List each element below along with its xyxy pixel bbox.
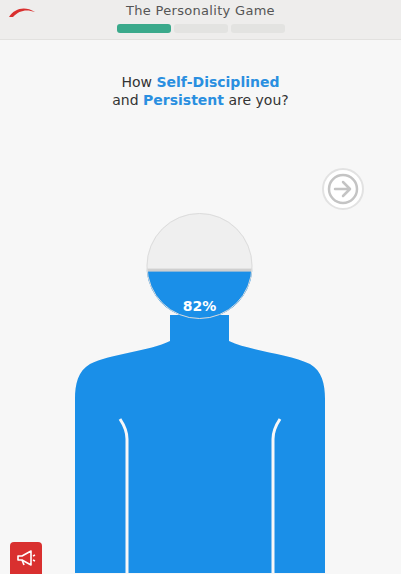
arm-gap: [273, 419, 280, 573]
arrow-right-icon: [321, 167, 365, 211]
fill-line: [0, 269, 401, 272]
question-text: How Self-Disciplinedand Persistent are y…: [112, 40, 288, 109]
progress-segment: [174, 24, 228, 33]
question-line: and Persistent are you?: [112, 91, 288, 109]
arm-gap: [120, 419, 127, 573]
feedback-button[interactable]: [10, 542, 42, 574]
progress-bar: [117, 24, 285, 33]
meter-fill: [0, 271, 401, 573]
title-bar: The Personality Game: [0, 0, 401, 40]
question-segment: How: [121, 74, 156, 90]
question-segment: Self-Disciplined: [156, 74, 279, 90]
question-line: How Self-Disciplined: [112, 73, 288, 91]
question-segment: Persistent: [143, 92, 224, 108]
question-segment: and: [112, 92, 143, 108]
empty-area: [0, 109, 401, 573]
window-title: The Personality Game: [126, 2, 275, 20]
megaphone-icon: [16, 549, 36, 567]
next-button[interactable]: [321, 167, 365, 211]
meter-reading: 82%: [183, 298, 217, 314]
logo-icon[interactable]: [7, 6, 37, 18]
app-window: The Personality Game How Self-Disciplined…: [0, 0, 401, 574]
progress-segment: [231, 24, 285, 33]
progress-segment: [117, 24, 171, 33]
question-segment: are you?: [224, 92, 289, 108]
question-stage: How Self-Disciplinedand Persistent are y…: [0, 40, 401, 574]
